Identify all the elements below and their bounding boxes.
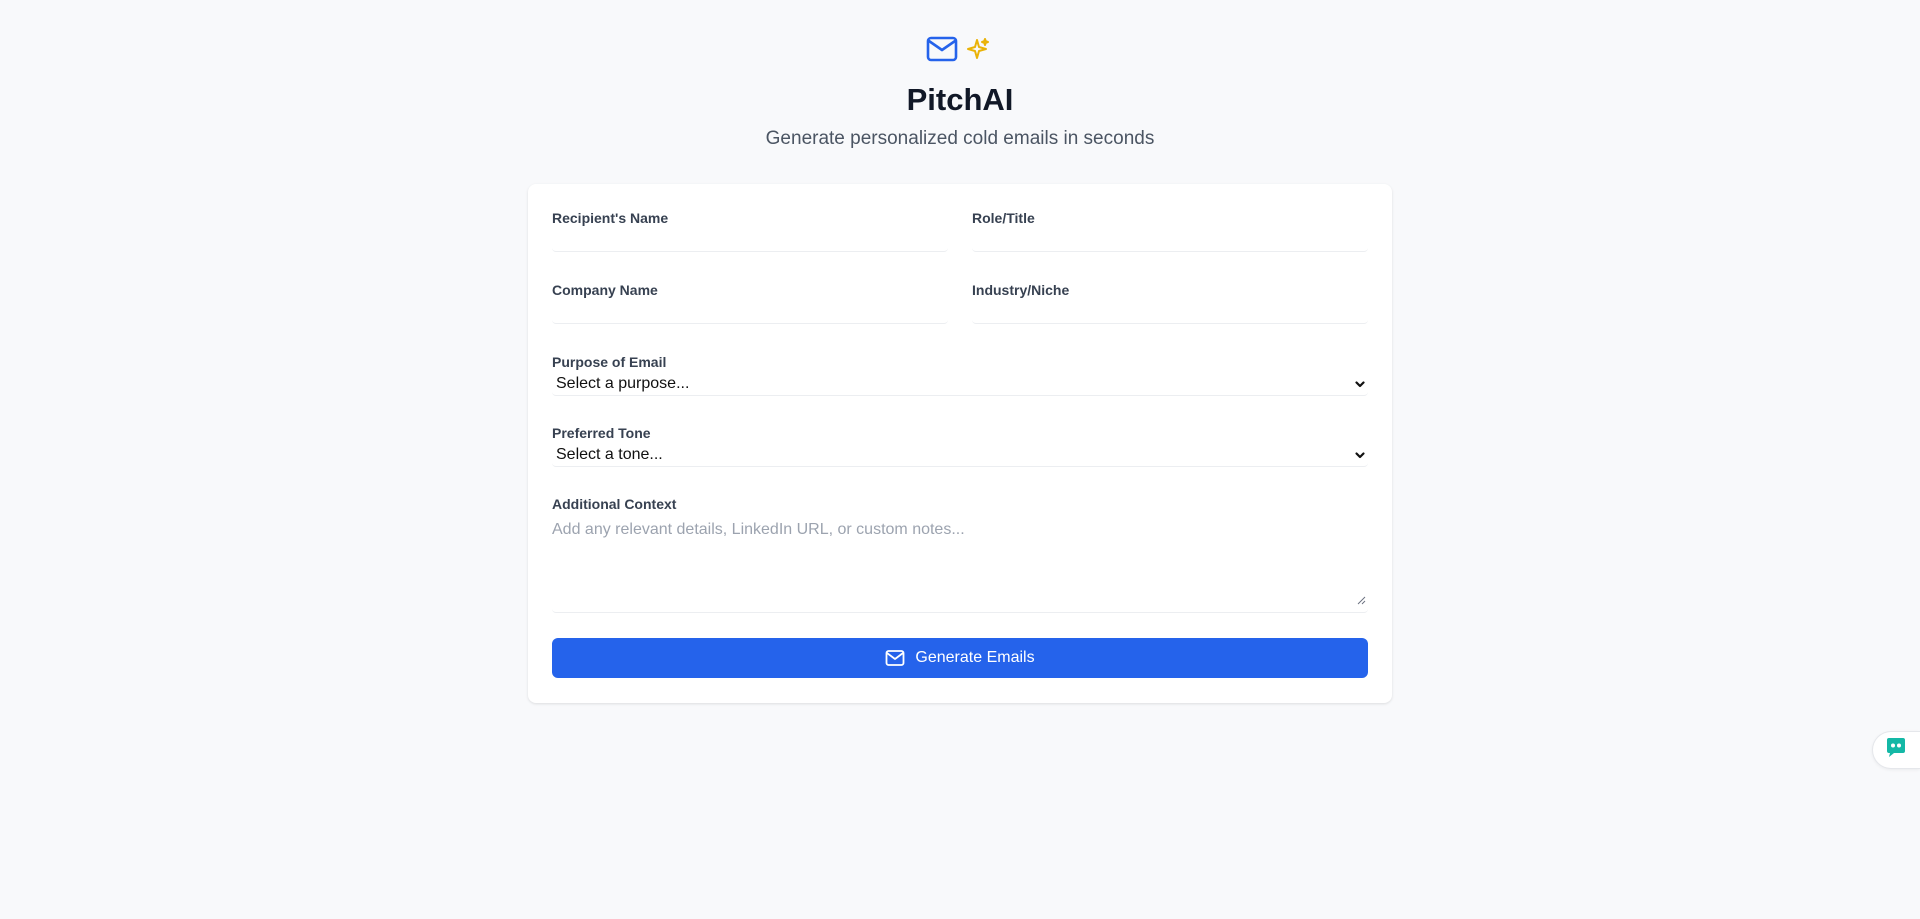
chevron-down-icon xyxy=(1354,449,1366,461)
purpose-select[interactable]: Select a purpose... xyxy=(552,372,1368,396)
additional-context-label: Additional Context xyxy=(552,496,677,512)
resize-handle-icon[interactable] xyxy=(1357,592,1366,610)
tone-select-value: Select a tone... xyxy=(556,445,663,463)
email-form-card: Recipient's Name Role/Title Company Name… xyxy=(528,184,1392,703)
purpose-select-value: Select a purpose... xyxy=(556,374,690,392)
additional-context-field xyxy=(552,521,1368,613)
industry-niche-label: Industry/Niche xyxy=(972,282,1070,298)
generate-emails-button[interactable]: Generate Emails xyxy=(552,638,1368,678)
chat-bot-icon xyxy=(1883,735,1909,766)
additional-context-textarea[interactable] xyxy=(552,521,1368,612)
chevron-down-icon xyxy=(1354,378,1366,390)
page-subtitle: Generate personalized cold emails in sec… xyxy=(765,128,1155,149)
recipient-name-label: Recipient's Name xyxy=(552,210,669,226)
logo xyxy=(926,33,990,65)
company-name-input[interactable] xyxy=(552,300,948,324)
mail-icon xyxy=(885,649,905,667)
company-name-label: Company Name xyxy=(552,282,658,298)
role-title-input[interactable] xyxy=(972,228,1368,252)
sparkles-icon xyxy=(966,37,990,61)
industry-niche-input[interactable] xyxy=(972,300,1368,324)
chat-widget-button[interactable] xyxy=(1872,731,1920,769)
recipient-name-input[interactable] xyxy=(552,228,948,252)
role-title-label: Role/Title xyxy=(972,210,1035,226)
page-title: PitchAI xyxy=(906,82,1014,117)
generate-emails-label: Generate Emails xyxy=(915,649,1035,666)
tone-label: Preferred Tone xyxy=(552,425,651,441)
mail-icon xyxy=(926,35,958,63)
purpose-label: Purpose of Email xyxy=(552,354,667,370)
tone-select[interactable]: Select a tone... xyxy=(552,443,1368,467)
